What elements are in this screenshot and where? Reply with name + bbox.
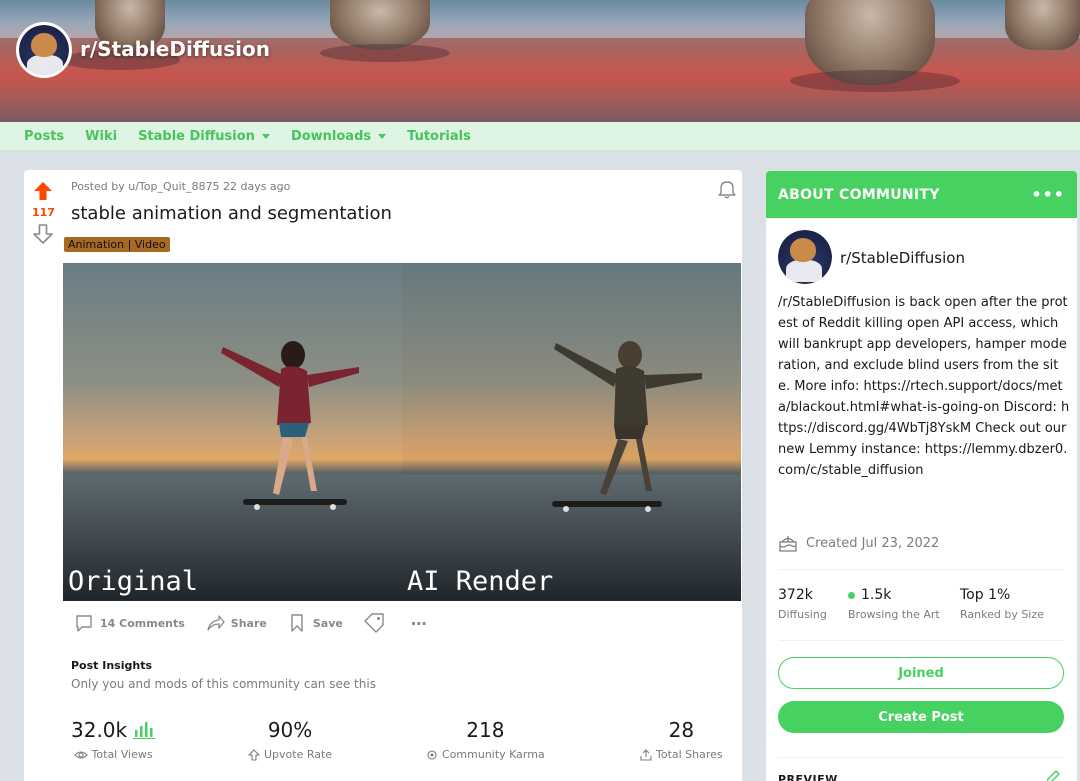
skater-render-figure — [552, 341, 702, 512]
media-label-original: Original — [68, 566, 199, 597]
post-card: 117 Posted by u/Top_Quit_8875 22 days ag… — [24, 170, 742, 781]
subreddit-banner: r/StableDiffusion — [0, 0, 1080, 122]
online-dot-icon — [848, 591, 855, 599]
bar-chart-icon — [133, 722, 156, 739]
preview-label: PREVIEW — [778, 773, 838, 781]
comments-button[interactable]: 14 Comments — [74, 613, 185, 633]
pencil-icon[interactable] — [1045, 769, 1061, 781]
media-ai-render-pane: AI Render — [402, 263, 741, 601]
upvote-arrow-icon[interactable] — [32, 180, 54, 202]
community-name[interactable]: r/StableDiffusion — [840, 249, 965, 267]
chevron-down-icon — [261, 133, 270, 139]
stat-total-shares: 28 Total Shares — [640, 718, 723, 761]
community-online: 1.5k Browsing the Art — [848, 587, 940, 621]
eye-icon — [73, 750, 88, 759]
about-community-header: ABOUT COMMUNITY ••• — [766, 171, 1077, 218]
stat-total-views: 32.0k Total Views — [71, 718, 156, 761]
skater-figure — [221, 341, 359, 510]
community-avatar[interactable] — [778, 230, 832, 284]
downvote-arrow-icon[interactable] — [32, 223, 54, 245]
upvote-icon — [248, 748, 260, 761]
community-description: /r/StableDiffusion is back open after th… — [778, 295, 1070, 478]
subreddit-nav: Posts Wiki Stable Diffusion Downloads Tu… — [0, 122, 1080, 150]
nav-tutorials[interactable]: Tutorials — [407, 129, 471, 144]
more-options-icon[interactable]: ⋯ — [411, 614, 428, 633]
share-button[interactable]: Share — [205, 613, 267, 633]
stat-upvote-rate: 90% Upvote Rate — [248, 718, 332, 761]
tag-button[interactable] — [363, 613, 391, 633]
joined-button[interactable]: Joined — [778, 657, 1064, 689]
community-created: Created Jul 23, 2022 — [778, 534, 939, 552]
subreddit-avatar[interactable] — [16, 22, 72, 78]
tag-icon — [364, 613, 384, 633]
nav-posts[interactable]: Posts — [24, 129, 64, 144]
community-members: 372k Diffusing — [778, 587, 827, 621]
vote-count: 117 — [32, 206, 55, 219]
bookmark-icon — [291, 614, 303, 632]
post-flair[interactable]: Animation | Video — [64, 237, 170, 252]
nav-stable-diffusion[interactable]: Stable Diffusion — [138, 129, 270, 144]
media-original-pane: Original — [63, 263, 402, 601]
nav-downloads[interactable]: Downloads — [291, 129, 387, 144]
post-meta: Posted by u/Top_Quit_8875 22 days ago — [71, 180, 291, 193]
chevron-down-icon — [378, 133, 387, 139]
nav-wiki[interactable]: Wiki — [85, 129, 117, 144]
subreddit-title[interactable]: r/StableDiffusion — [80, 37, 270, 61]
comment-icon — [76, 615, 92, 632]
insights-subtitle: Only you and mods of this community can … — [71, 677, 376, 691]
post-title[interactable]: stable animation and segmentation — [71, 203, 392, 224]
share-icon — [207, 615, 225, 631]
more-options-icon[interactable]: ••• — [1031, 185, 1065, 204]
stat-community-karma: 218 Community Karma — [426, 718, 545, 761]
bell-icon[interactable] — [716, 178, 738, 200]
post-actions: 14 Comments Share Save ⋯ — [74, 613, 448, 633]
karma-icon — [427, 749, 437, 760]
create-post-button[interactable]: Create Post — [778, 701, 1064, 733]
post-media[interactable]: Original AI Render — [63, 263, 741, 601]
save-button[interactable]: Save — [287, 613, 343, 633]
insights-title: Post Insights — [71, 659, 153, 672]
cake-icon — [779, 536, 797, 552]
vote-column: 117 — [32, 180, 55, 245]
share-out-icon — [640, 748, 652, 761]
about-community-card: ABOUT COMMUNITY ••• r/StableDiffusion /r… — [766, 171, 1077, 781]
community-rank: Top 1% Ranked by Size — [960, 587, 1044, 621]
media-label-ai-render: AI Render — [407, 566, 554, 597]
